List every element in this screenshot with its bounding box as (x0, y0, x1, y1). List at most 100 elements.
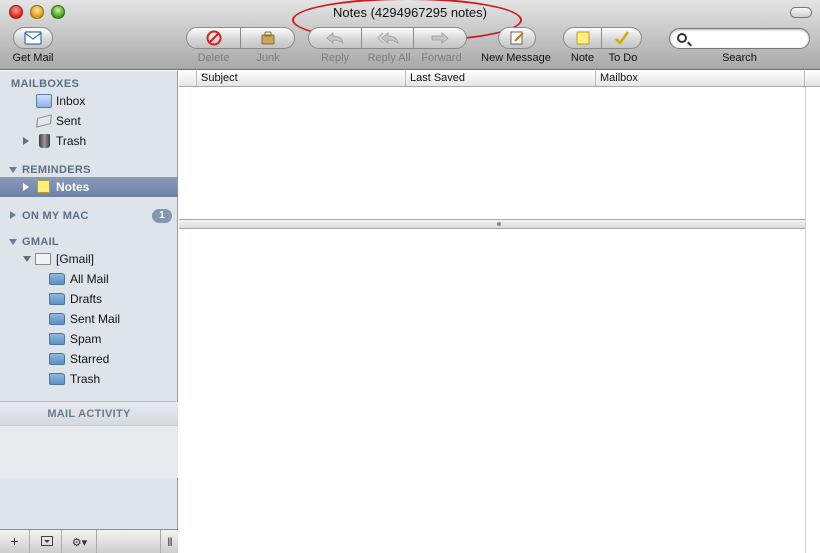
reply-all-arrow-icon (376, 32, 399, 44)
splitter-grip-icon (497, 222, 501, 226)
sidebar-item-label: Starred (70, 352, 110, 366)
junk-bag-icon (261, 31, 274, 45)
sidebar-item-label: Trash (56, 134, 87, 148)
column-flag[interactable] (179, 71, 197, 86)
gear-menu-button[interactable]: ⚙▾ (63, 530, 97, 553)
folder-icon (49, 373, 65, 385)
add-mailbox-button[interactable]: + (0, 530, 30, 553)
folder-icon (49, 353, 65, 365)
disclosure-triangle-icon[interactable] (9, 167, 17, 173)
section-on-my-mac[interactable]: ON MY MAC 1 (0, 208, 178, 226)
section-gmail-label: GMAIL (22, 236, 59, 248)
folder-icon (35, 253, 51, 265)
sidebar-item-inbox[interactable]: Inbox (0, 91, 178, 111)
sidebar-item-label: [Gmail] (56, 252, 95, 266)
section-reminders-label: REMINDERS (22, 164, 91, 176)
disclosure-triangle-icon[interactable] (23, 256, 31, 262)
sidebar-item-notes[interactable]: Notes (0, 177, 178, 197)
column-subject[interactable]: Subject (197, 71, 406, 86)
sent-icon (36, 114, 52, 128)
sidebar-resize-handle[interactable]: ||| (160, 530, 178, 553)
folder-icon (49, 273, 65, 285)
delete-label: Delete (197, 52, 230, 64)
main-pane: Subject Last Saved Mailbox (179, 71, 820, 553)
reply-all-label: Reply All (367, 52, 411, 64)
sidebar-item-sent-mail[interactable]: Sent Mail (0, 309, 178, 329)
disclosure-triangle-icon[interactable] (23, 137, 29, 145)
section-mailboxes-label: MAILBOXES (11, 78, 80, 90)
checkmark-icon (614, 31, 629, 45)
todo-label: To Do (608, 52, 638, 64)
disclosure-triangle-icon[interactable] (23, 183, 29, 191)
sidebar-item-sent[interactable]: Sent (0, 111, 178, 131)
pane-splitter[interactable] (179, 219, 805, 229)
folder-icon (49, 333, 65, 345)
mail-activity-pane (0, 426, 178, 478)
sidebar-item-starred[interactable]: Starred (0, 349, 178, 369)
sidebar-item-gmail-trash[interactable]: Trash (0, 369, 178, 389)
search-input[interactable] (692, 31, 804, 46)
sidebar-item-gmail-account[interactable]: [Gmail] (0, 249, 178, 269)
sidebar-item-label: Sent Mail (70, 312, 121, 326)
toolbar: Notes (4294967295 notes) Get Mail Delete… (0, 0, 820, 70)
sidebar-item-label: Trash (70, 372, 101, 386)
junk-label: Junk (256, 52, 280, 64)
new-message-label: New Message (481, 52, 551, 64)
get-mail-label: Get Mail (12, 52, 54, 64)
grip-icon: ||| (167, 536, 172, 546)
note-label: Note (570, 52, 595, 64)
delete-icon (206, 30, 221, 46)
compose-icon (510, 31, 524, 45)
sidebar-item-drafts[interactable]: Drafts (0, 289, 178, 309)
sidebar-item-label: Drafts (70, 292, 103, 306)
section-on-my-mac-label: ON MY MAC (22, 210, 89, 222)
show-activity-button[interactable] (32, 530, 62, 553)
forward-button[interactable] (414, 27, 467, 49)
sidebar-bottom-bar: + ⚙▾ ||| (0, 529, 178, 553)
sidebar-item-label: Sent (56, 114, 81, 128)
new-todo-button[interactable] (602, 27, 642, 49)
reply-button[interactable] (308, 27, 362, 49)
disclosure-triangle-icon[interactable] (9, 239, 17, 245)
vertical-scrollbar[interactable] (805, 87, 820, 553)
envelope-icon (24, 31, 42, 45)
search-icon (677, 33, 687, 43)
sidebar-item-spam[interactable]: Spam (0, 329, 178, 349)
message-list[interactable] (179, 87, 805, 219)
unread-count-badge: 1 (152, 209, 172, 223)
activity-toggle-icon (40, 536, 53, 546)
folder-icon (49, 313, 65, 325)
reply-arrow-icon (326, 32, 344, 44)
folder-icon (49, 293, 65, 305)
new-note-button[interactable] (563, 27, 602, 49)
column-mailbox[interactable]: Mailbox (596, 71, 805, 86)
mail-activity-header[interactable]: MAIL ACTIVITY (0, 401, 178, 426)
column-last-saved[interactable]: Last Saved (406, 71, 596, 86)
sidebar-item-label: Inbox (56, 94, 86, 108)
search-label: Search (722, 52, 757, 64)
forward-label: Forward (421, 52, 462, 64)
junk-button[interactable] (241, 27, 295, 49)
gear-icon: ⚙▾ (71, 537, 88, 549)
delete-button[interactable] (186, 27, 241, 49)
search-field[interactable] (669, 28, 810, 49)
disclosure-triangle-icon[interactable] (10, 211, 16, 219)
sidebar: MAILBOXES Inbox Sent Trash REMINDERS Not… (0, 71, 178, 553)
note-pad-icon (576, 31, 589, 45)
sidebar-item-label: All Mail (70, 272, 109, 286)
sidebar-item-trash[interactable]: Trash (0, 131, 178, 151)
toolbar-toggle-button[interactable] (790, 7, 812, 18)
column-header: Subject Last Saved Mailbox (179, 71, 820, 87)
sidebar-item-all-mail[interactable]: All Mail (0, 269, 178, 289)
sidebar-item-label: Notes (56, 180, 90, 194)
new-message-button[interactable] (498, 27, 536, 49)
get-mail-button[interactable] (13, 27, 53, 49)
trash-icon (39, 134, 50, 148)
reply-label: Reply (320, 52, 350, 64)
sidebar-item-label: Spam (70, 332, 102, 346)
inbox-icon (36, 94, 52, 108)
note-preview-pane[interactable] (179, 229, 805, 553)
reply-all-button[interactable] (362, 27, 414, 49)
note-icon (37, 180, 50, 193)
forward-arrow-icon (431, 32, 449, 44)
